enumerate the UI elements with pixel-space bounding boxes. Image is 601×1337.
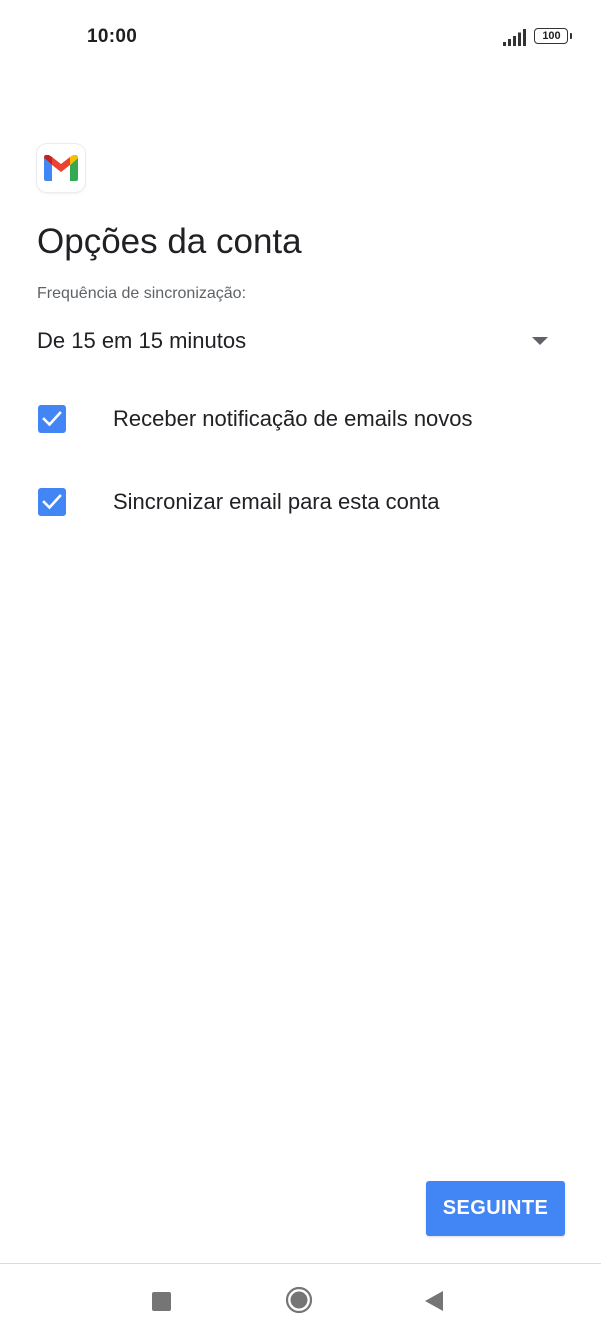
sync-label: Sincronizar email para esta conta [113,489,440,514]
signal-icon [503,29,526,46]
next-button[interactable]: SEGUINTE [426,1181,565,1236]
sync-frequency-dropdown[interactable]: De 15 em 15 minutos [37,318,557,366]
battery-level: 100 [542,30,561,42]
check-icon [42,494,62,510]
status-bar: 10:00 100 [0,0,601,76]
notify-label: Receber notificação de emails novos [113,406,473,431]
notify-new-emails-option[interactable]: Receber notificação de emails novos [37,394,567,444]
sync-email-option[interactable]: Sincronizar email para esta conta [37,477,567,527]
dropdown-arrow-icon [532,337,548,345]
navigation-bar [0,1263,601,1337]
page-title: Opções da conta [37,222,302,261]
recent-apps-icon[interactable] [152,1292,171,1311]
sync-checkbox[interactable] [38,488,66,516]
home-icon[interactable] [285,1286,313,1314]
back-icon[interactable] [424,1290,444,1312]
sync-frequency-value: De 15 em 15 minutos [37,328,247,353]
battery-icon: 100 [534,28,572,46]
gmail-logo-icon [37,144,85,192]
status-time: 10:00 [87,26,138,47]
check-icon [42,411,62,427]
notify-checkbox[interactable] [38,405,66,433]
sync-frequency-label: Frequência de sincronização: [37,285,247,302]
